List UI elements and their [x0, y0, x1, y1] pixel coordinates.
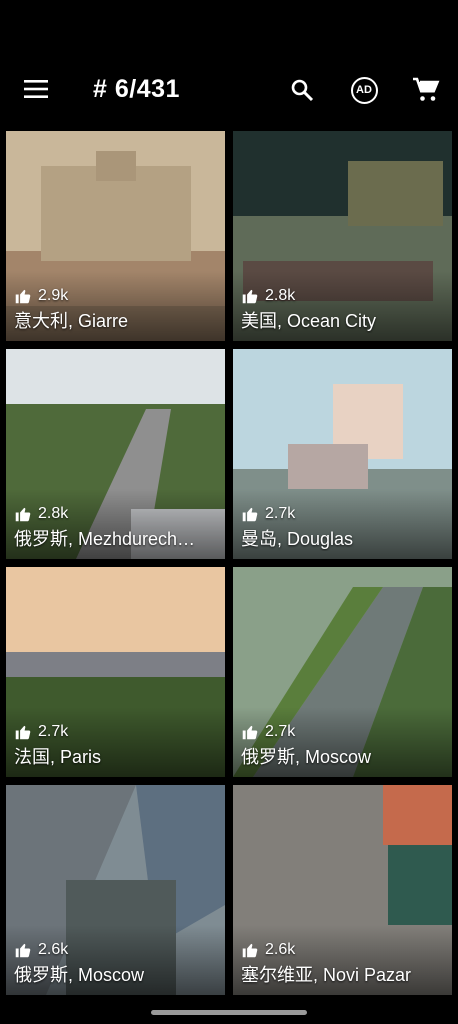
ad-button[interactable]: AD: [344, 70, 384, 110]
location-label: 塞尔维亚, Novi Pazar: [241, 965, 412, 985]
menu-icon: [24, 80, 48, 98]
thumb-up-icon: [15, 507, 31, 522]
location-label: 俄罗斯, Mezhdurech…: [14, 529, 196, 549]
app-bar: # 6/431 AD: [0, 58, 458, 120]
webcam-card[interactable]: 2.7k 曼岛, Douglas: [233, 349, 452, 559]
search-button[interactable]: [282, 70, 322, 110]
thumb-up-icon: [15, 943, 31, 958]
likes-value: 2.8k: [38, 505, 69, 522]
likes-value: 2.6k: [38, 941, 69, 958]
home-indicator[interactable]: [151, 1010, 307, 1015]
location-label: 俄罗斯, Moscow: [241, 747, 372, 767]
likes-count: 2.7k: [14, 723, 68, 741]
webcam-card[interactable]: 2.9k 意大利, Giarre: [6, 131, 225, 341]
likes-count: 2.6k: [241, 941, 295, 959]
webcam-card[interactable]: 2.6k 塞尔维亚, Novi Pazar: [233, 785, 452, 995]
search-icon: [291, 79, 314, 102]
thumb-up-icon: [242, 725, 258, 740]
location-label: 法国, Paris: [14, 747, 102, 767]
likes-count: 2.8k: [241, 287, 295, 305]
likes-value: 2.6k: [265, 941, 296, 958]
likes-count: 2.8k: [14, 505, 68, 523]
thumb-up-icon: [15, 289, 31, 304]
likes-count: 2.7k: [241, 505, 295, 523]
location-label: 曼岛, Douglas: [241, 529, 354, 549]
likes-value: 2.7k: [265, 723, 296, 740]
likes-value: 2.7k: [265, 505, 296, 522]
likes-value: 2.8k: [265, 287, 296, 304]
webcam-card[interactable]: 2.8k 美国, Ocean City: [233, 131, 452, 341]
menu-button[interactable]: [18, 74, 54, 104]
cart-button[interactable]: [406, 70, 446, 110]
webcam-card[interactable]: 2.7k 法国, Paris: [6, 567, 225, 777]
likes-value: 2.7k: [38, 723, 69, 740]
webcam-card[interactable]: 2.6k 俄罗斯, Moscow: [6, 785, 225, 995]
likes-count: 2.9k: [14, 287, 68, 305]
location-label: 俄罗斯, Moscow: [14, 965, 145, 985]
webcam-card[interactable]: 2.7k 俄罗斯, Moscow: [233, 567, 452, 777]
likes-count: 2.6k: [14, 941, 68, 959]
thumb-up-icon: [242, 943, 258, 958]
page-title: # 6/431: [93, 75, 180, 103]
location-label: 意大利, Giarre: [14, 311, 129, 331]
cart-icon: [413, 77, 440, 101]
likes-value: 2.9k: [38, 287, 69, 304]
location-label: 美国, Ocean City: [241, 311, 377, 331]
thumb-up-icon: [242, 507, 258, 522]
thumb-up-icon: [15, 725, 31, 740]
webcam-card[interactable]: 2.8k 俄罗斯, Mezhdurech…: [6, 349, 225, 559]
ad-icon: AD: [350, 76, 378, 104]
likes-count: 2.7k: [241, 723, 295, 741]
thumb-up-icon: [242, 289, 258, 304]
